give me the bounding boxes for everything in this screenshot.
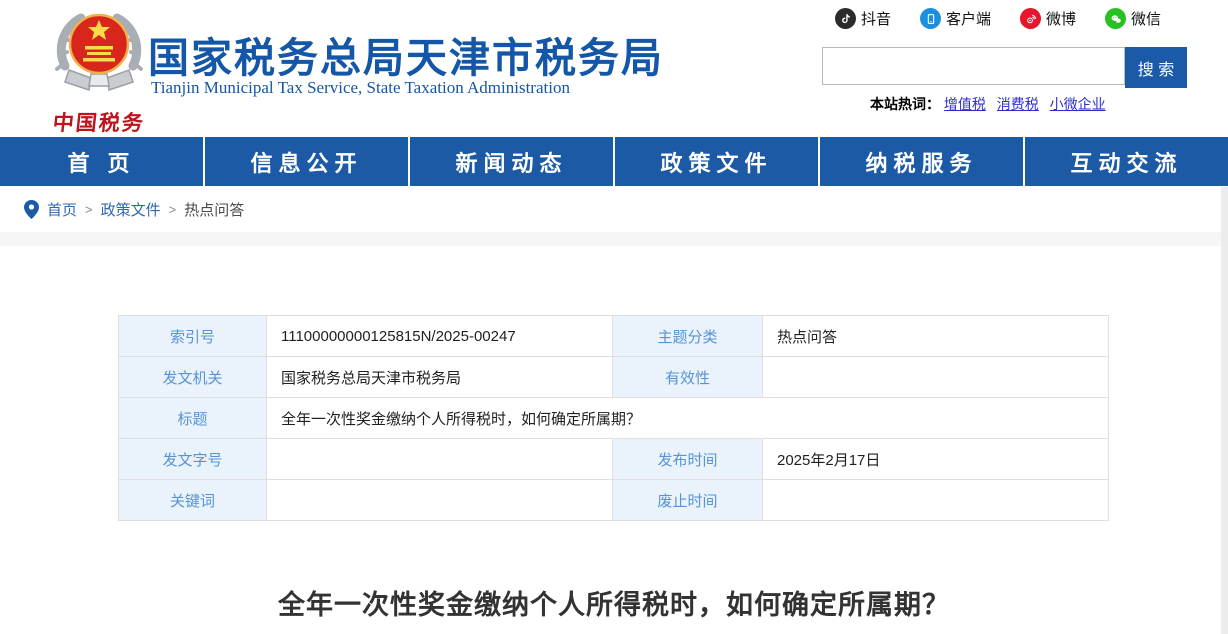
meta-label-index-number: 索引号 (119, 316, 267, 357)
nav-item-home[interactable]: 首 页 (0, 137, 205, 186)
search-input[interactable] (822, 47, 1125, 85)
meta-value-publish-date: 2025年2月17日 (763, 439, 1109, 480)
weibo-icon (1020, 8, 1041, 29)
meta-value-issuing-agency: 国家税务总局天津市税务局 (267, 357, 613, 398)
scrollbar-track[interactable] (1221, 187, 1228, 634)
nav-item-tax-services[interactable]: 纳税服务 (820, 137, 1025, 186)
social-label: 客户端 (946, 8, 991, 29)
site-logo[interactable]: 中国税务 (38, 4, 160, 132)
tax-emblem-icon (47, 4, 151, 104)
page: 中国税务 国家税务总局天津市税务局 Tianjin Municipal Tax … (0, 0, 1228, 634)
nav-item-policy-documents[interactable]: 政策文件 (615, 137, 820, 186)
section-divider (0, 232, 1228, 246)
meta-label-validity: 有效性 (613, 357, 763, 398)
meta-label-keywords: 关键词 (119, 480, 267, 521)
table-row: 发文机关 国家税务总局天津市税务局 有效性 (119, 357, 1109, 398)
social-label: 抖音 (861, 8, 891, 29)
social-douyin[interactable]: 抖音 (835, 8, 891, 29)
header: 中国税务 国家税务总局天津市税务局 Tianjin Municipal Tax … (0, 0, 1228, 137)
breadcrumb-separator: > (169, 202, 177, 217)
meta-label-document-number: 发文字号 (119, 439, 267, 480)
meta-value-topic-category: 热点问答 (763, 316, 1109, 357)
nav-item-interaction[interactable]: 互动交流 (1025, 137, 1228, 186)
meta-value-validity (763, 357, 1109, 398)
breadcrumb-home[interactable]: 首页 (47, 199, 77, 220)
breadcrumb-bar: 首页 > 政策文件 > 热点问答 (0, 186, 1228, 232)
meta-value-keywords (267, 480, 613, 521)
meta-value-repeal-date (763, 480, 1109, 521)
hot-word-link-small-business[interactable]: 小微企业 (1050, 96, 1106, 112)
hot-words-label: 本站热词： (870, 96, 940, 112)
douyin-icon (835, 8, 856, 29)
social-client[interactable]: 客户端 (920, 8, 991, 29)
social-label: 微信 (1131, 8, 1161, 29)
social-label: 微博 (1046, 8, 1076, 29)
hot-word-link-vat[interactable]: 增值税 (944, 96, 986, 112)
social-wechat[interactable]: 微信 (1105, 8, 1161, 29)
nav-item-news[interactable]: 新闻动态 (410, 137, 615, 186)
breadcrumb-current: 热点问答 (184, 199, 244, 220)
hot-words: 本站热词： 增值税 消费税 小微企业 (870, 94, 1113, 114)
nav-item-info-disclosure[interactable]: 信息公开 (205, 137, 410, 186)
meta-value-document-number (267, 439, 613, 480)
search-button[interactable]: 搜 索 (1125, 47, 1187, 88)
logo-caption: 中国税务 (51, 107, 146, 137)
document-meta-table: 索引号 11100000000125815N/2025-00247 主题分类 热… (118, 315, 1109, 521)
site-subtitle: Tianjin Municipal Tax Service, State Tax… (151, 78, 570, 98)
hot-word-link-consumption-tax[interactable]: 消费税 (997, 96, 1039, 112)
meta-label-issuing-agency: 发文机关 (119, 357, 267, 398)
wechat-icon (1105, 8, 1126, 29)
breadcrumb-separator: > (85, 202, 93, 217)
social-weibo[interactable]: 微博 (1020, 8, 1076, 29)
meta-label-topic-category: 主题分类 (613, 316, 763, 357)
breadcrumb: 首页 > 政策文件 > 热点问答 (24, 199, 244, 220)
mobile-app-icon (920, 8, 941, 29)
table-row: 发文字号 发布时间 2025年2月17日 (119, 439, 1109, 480)
table-row: 标题 全年一次性奖金缴纳个人所得税时，如何确定所属期？ (119, 398, 1109, 439)
location-pin-icon (24, 200, 39, 219)
meta-value-index-number: 11100000000125815N/2025-00247 (267, 316, 613, 357)
site-title: 国家税务总局天津市税务局 (148, 24, 664, 84)
meta-label-repeal-date: 废止时间 (613, 480, 763, 521)
article-title: 全年一次性奖金缴纳个人所得税时，如何确定所属期？ (0, 583, 1228, 622)
main-nav: 首 页 信息公开 新闻动态 政策文件 纳税服务 互动交流 (0, 137, 1228, 186)
table-row: 关键词 废止时间 (119, 480, 1109, 521)
social-links: 抖音 客户端 微博 微信 (835, 8, 1161, 29)
breadcrumb-policy-documents[interactable]: 政策文件 (101, 199, 161, 220)
meta-label-publish-date: 发布时间 (613, 439, 763, 480)
meta-label-title: 标题 (119, 398, 267, 439)
table-row: 索引号 11100000000125815N/2025-00247 主题分类 热… (119, 316, 1109, 357)
meta-value-title: 全年一次性奖金缴纳个人所得税时，如何确定所属期？ (267, 398, 1109, 439)
